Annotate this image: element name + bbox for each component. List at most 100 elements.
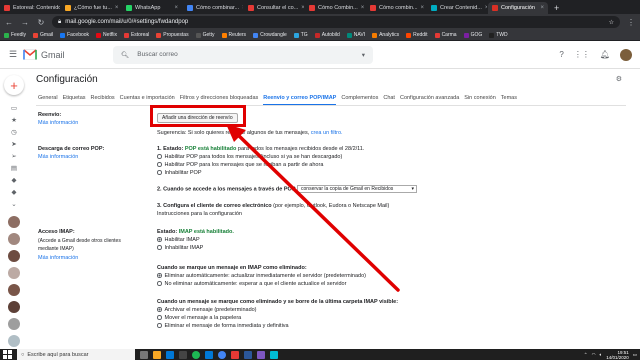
mail-icon[interactable] xyxy=(205,350,213,359)
bookmark-item[interactable]: Reuters xyxy=(221,32,246,38)
taskbar-search-input[interactable]: ○ Escribe aquí para buscar xyxy=(17,349,135,360)
starred-icon[interactable]: ★ xyxy=(9,115,19,127)
sent-icon[interactable]: ➢ xyxy=(9,151,19,163)
app-icon[interactable] xyxy=(257,350,265,359)
chrome-icon[interactable] xyxy=(218,350,226,359)
close-tab-icon[interactable]: × xyxy=(115,5,119,11)
chat-contact-avatar[interactable] xyxy=(8,335,20,347)
inbox-icon[interactable]: ▭ xyxy=(9,103,19,115)
main-menu-icon[interactable]: ☰ xyxy=(3,49,23,60)
file-explorer-icon[interactable] xyxy=(153,350,161,359)
browser-tab[interactable]: Configuración × xyxy=(488,2,548,14)
bookmark-item[interactable]: GOG xyxy=(463,32,482,38)
forward-icon[interactable]: → xyxy=(20,18,30,27)
imap-archive-option[interactable]: Archivar el mensaje (predeterminado) xyxy=(157,307,257,313)
word-icon[interactable] xyxy=(244,350,252,359)
imap-disable-option[interactable]: Inhabilitar IMAP xyxy=(157,245,203,251)
more-icon[interactable]: ⌄ xyxy=(9,199,19,211)
tray-chevron-icon[interactable]: ⌃ xyxy=(584,352,588,358)
imap-delete-auto-option[interactable]: Eliminar automáticamente: actualizar inm… xyxy=(157,273,366,279)
pop-option-disable[interactable]: Inhabilitar POP xyxy=(157,170,202,176)
radio-icon[interactable] xyxy=(157,162,162,167)
pop-more-info-link[interactable]: Más información xyxy=(38,154,78,160)
label-icon[interactable]: ◆ xyxy=(9,187,19,199)
browser-tab[interactable]: WhatsApp × xyxy=(122,2,182,14)
chat-contact-avatar[interactable] xyxy=(8,267,20,279)
gmail-logo[interactable]: Gmail xyxy=(23,49,113,60)
close-tab-icon[interactable]: × xyxy=(301,5,304,11)
close-tab-icon[interactable]: × xyxy=(540,5,544,11)
apps-grid-icon[interactable]: ⋮⋮ xyxy=(574,50,590,59)
chat-contact-avatar[interactable] xyxy=(8,284,20,296)
edge-icon[interactable] xyxy=(166,350,174,359)
imap-more-info-link[interactable]: Más información xyxy=(38,255,78,261)
wifi-icon[interactable]: ◠ xyxy=(592,352,596,358)
bookmark-item[interactable]: Facebook xyxy=(60,32,89,38)
browser-tab[interactable]: Consultar el co... × xyxy=(244,2,304,14)
radio-icon[interactable] xyxy=(157,154,162,159)
app-icon[interactable] xyxy=(270,350,278,359)
imap-trash-option[interactable]: Mover el mensaje a la papelera xyxy=(157,315,241,321)
imap-delete-manual-option[interactable]: No eliminar automáticamente: esperar a q… xyxy=(157,281,346,287)
search-options-icon[interactable]: ▾ xyxy=(362,51,365,59)
chat-contact-avatar[interactable] xyxy=(8,250,20,262)
bookmark-item[interactable]: NAVI xyxy=(346,32,365,38)
config-instructions-link[interactable]: Instrucciones para la configuración xyxy=(157,211,242,217)
search-icon[interactable]: 🔍︎ xyxy=(121,51,129,59)
close-tab-icon[interactable]: × xyxy=(485,5,487,11)
bookmark-item[interactable]: Autobild xyxy=(314,32,340,38)
bookmark-item[interactable]: Gmail xyxy=(33,32,53,38)
store-icon[interactable] xyxy=(179,350,187,359)
imap-delete-forever-option[interactable]: Eliminar el mensaje de forma inmediata y… xyxy=(157,323,289,329)
bookmark-item[interactable]: Propuestas xyxy=(156,32,189,38)
browser-tab[interactable]: Cómo Combin... × xyxy=(305,2,365,14)
radio-icon[interactable] xyxy=(157,170,162,175)
clock[interactable]: 19:51 14/01/2020 xyxy=(606,350,629,360)
radio-selected-icon[interactable] xyxy=(157,237,162,242)
help-icon[interactable]: ? xyxy=(559,50,563,59)
back-icon[interactable]: ← xyxy=(4,18,14,27)
create-filter-link[interactable]: crea un filtro. xyxy=(311,130,343,136)
app-icon[interactable] xyxy=(231,350,239,359)
settings-gear-icon[interactable]: ⚙ xyxy=(616,75,622,83)
bookmark-item[interactable]: Analytics xyxy=(372,32,399,38)
url-input[interactable]: 🔒︎ mail.google.com/mail/u/0/#settings/fw… xyxy=(52,16,620,28)
bookmark-item[interactable]: TWD xyxy=(489,32,508,38)
browser-tab[interactable]: Cómo combinar...× xyxy=(183,2,243,14)
radio-icon[interactable] xyxy=(157,315,162,320)
bookmark-item[interactable]: Crowdangle xyxy=(253,32,287,38)
volume-icon[interactable]: 🔈︎ xyxy=(600,352,603,357)
task-view-icon[interactable] xyxy=(140,350,148,359)
notifications-icon[interactable]: 🔔︎ xyxy=(600,50,610,59)
reload-icon[interactable]: ↻ xyxy=(36,18,46,27)
compose-button[interactable]: + xyxy=(4,75,24,95)
forwarding-more-info-link[interactable]: Más información xyxy=(38,120,78,126)
new-tab-button[interactable]: + xyxy=(549,2,564,14)
notifications-center-icon[interactable]: ▭ xyxy=(633,352,637,358)
browser-tab[interactable]: ¿Cómo fue tu... × xyxy=(61,2,121,14)
important-icon[interactable]: ➤ xyxy=(9,139,19,151)
bookmark-item[interactable]: Reddit xyxy=(406,32,428,38)
drafts-icon[interactable]: ▤ xyxy=(9,163,19,175)
spotify-icon[interactable] xyxy=(192,350,200,359)
label-icon[interactable]: ◆ xyxy=(9,175,19,187)
pop-access-select[interactable]: conservar la copia de Gmail en Recibidos… xyxy=(297,185,418,193)
radio-icon[interactable] xyxy=(157,323,162,328)
windows-start-icon[interactable] xyxy=(3,350,12,359)
radio-icon[interactable] xyxy=(157,245,162,250)
radio-selected-icon[interactable] xyxy=(157,307,162,312)
bookmark-item[interactable]: Carma xyxy=(434,32,457,38)
close-tab-icon[interactable]: × xyxy=(421,5,425,11)
bookmark-item[interactable]: Feedly xyxy=(4,32,26,38)
chat-contact-avatar[interactable] xyxy=(8,216,20,228)
close-tab-icon[interactable]: × xyxy=(174,5,178,11)
browser-tab[interactable]: Cómo combin... × xyxy=(366,2,426,14)
chat-contact-avatar[interactable] xyxy=(8,318,20,330)
chat-contact-avatar[interactable] xyxy=(8,233,20,245)
browser-tab[interactable]: Crear Contenid... × xyxy=(427,2,487,14)
pop-option-now[interactable]: Habilitar POP para los mensajes que se r… xyxy=(157,162,323,168)
bookmark-item[interactable]: Getty xyxy=(195,32,215,38)
close-tab-icon[interactable]: × xyxy=(242,5,243,11)
snoozed-icon[interactable]: ◷ xyxy=(9,127,19,139)
mail-search-input[interactable]: 🔍︎ Buscar correo ▾ xyxy=(113,45,373,64)
